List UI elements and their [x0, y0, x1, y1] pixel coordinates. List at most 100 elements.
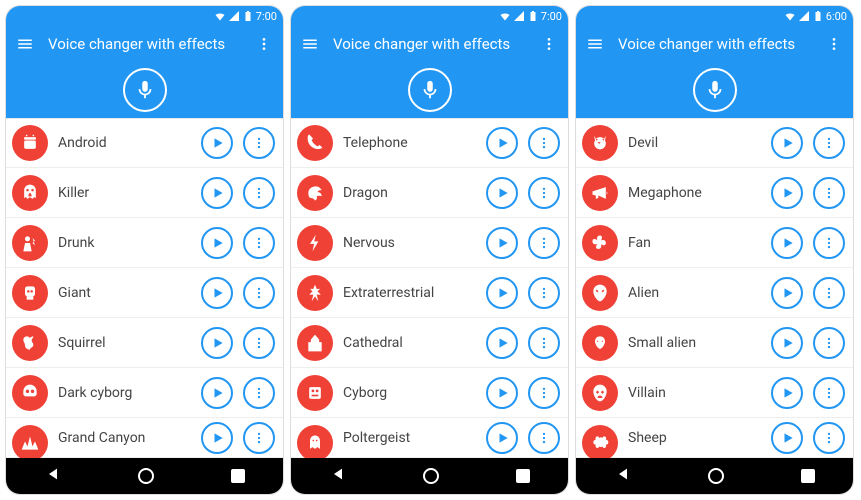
play-button[interactable]	[771, 227, 803, 259]
overflow-button[interactable]	[825, 35, 843, 53]
android-icon	[12, 125, 48, 161]
overflow-button[interactable]	[540, 35, 558, 53]
wifi-icon	[784, 10, 796, 22]
app-title: Voice changer with effects	[618, 35, 811, 53]
list-item[interactable]: Poltergeist	[291, 418, 568, 458]
list-item[interactable]: Fan	[576, 218, 853, 268]
play-button[interactable]	[201, 227, 233, 259]
recents-button[interactable]	[231, 469, 245, 483]
play-button[interactable]	[771, 277, 803, 309]
effect-label: Small alien	[628, 335, 761, 351]
play-button[interactable]	[486, 327, 518, 359]
menu-button[interactable]	[16, 35, 34, 53]
play-button[interactable]	[201, 277, 233, 309]
back-button[interactable]	[330, 466, 346, 486]
list-item[interactable]: Telephone	[291, 118, 568, 168]
list-item[interactable]: Devil	[576, 118, 853, 168]
item-options-button[interactable]	[243, 377, 275, 409]
play-button[interactable]	[201, 127, 233, 159]
recents-button[interactable]	[516, 469, 530, 483]
item-options-button[interactable]	[528, 277, 560, 309]
play-button[interactable]	[486, 127, 518, 159]
play-button[interactable]	[771, 422, 803, 454]
list-item[interactable]: Squirrel	[6, 318, 283, 368]
item-options-button[interactable]	[243, 177, 275, 209]
item-options-button[interactable]	[528, 327, 560, 359]
item-options-button[interactable]	[243, 277, 275, 309]
record-button[interactable]	[693, 68, 737, 112]
play-button[interactable]	[486, 422, 518, 454]
list-item[interactable]: Cyborg	[291, 368, 568, 418]
item-options-button[interactable]	[813, 327, 845, 359]
item-options-button[interactable]	[813, 227, 845, 259]
home-button[interactable]	[423, 468, 439, 484]
item-options-button[interactable]	[813, 422, 845, 454]
play-button[interactable]	[486, 377, 518, 409]
battery-icon	[242, 10, 254, 22]
item-options-button[interactable]	[528, 127, 560, 159]
play-button[interactable]	[771, 127, 803, 159]
menu-button[interactable]	[301, 35, 319, 53]
play-icon	[781, 336, 795, 350]
item-options-button[interactable]	[528, 177, 560, 209]
item-options-button[interactable]	[813, 177, 845, 209]
item-options-button[interactable]	[813, 127, 845, 159]
home-button[interactable]	[138, 468, 154, 484]
dark-cyborg-icon	[12, 375, 48, 411]
signal-icon	[798, 10, 810, 22]
item-options-button[interactable]	[243, 422, 275, 454]
record-button[interactable]	[123, 68, 167, 112]
play-button[interactable]	[486, 227, 518, 259]
list-item[interactable]: Sheep	[576, 418, 853, 458]
item-options-button[interactable]	[528, 227, 560, 259]
item-options-button[interactable]	[243, 327, 275, 359]
list-item[interactable]: Grand Canyon	[6, 418, 283, 458]
effects-list[interactable]: Devil Megaphone Fan Alien Small alien Vi…	[576, 118, 853, 458]
play-button[interactable]	[201, 377, 233, 409]
app-title: Voice changer with effects	[333, 35, 526, 53]
list-item[interactable]: Nervous	[291, 218, 568, 268]
list-item[interactable]: Drunk	[6, 218, 283, 268]
record-button[interactable]	[408, 68, 452, 112]
list-item[interactable]: Small alien	[576, 318, 853, 368]
item-options-button[interactable]	[528, 377, 560, 409]
play-button[interactable]	[486, 177, 518, 209]
play-icon	[211, 386, 225, 400]
list-item[interactable]: Killer	[6, 168, 283, 218]
giant-icon	[12, 275, 48, 311]
menu-button[interactable]	[586, 35, 604, 53]
list-item[interactable]: Villain	[576, 368, 853, 418]
play-button[interactable]	[771, 377, 803, 409]
list-item[interactable]: Giant	[6, 268, 283, 318]
recents-button[interactable]	[801, 469, 815, 483]
list-item[interactable]: Cathedral	[291, 318, 568, 368]
item-options-button[interactable]	[243, 127, 275, 159]
more-icon	[252, 386, 266, 400]
home-button[interactable]	[708, 468, 724, 484]
squirrel-icon	[12, 325, 48, 361]
list-item[interactable]: Megaphone	[576, 168, 853, 218]
villain-icon	[582, 375, 618, 411]
play-button[interactable]	[486, 277, 518, 309]
list-item[interactable]: Alien	[576, 268, 853, 318]
list-item[interactable]: Extraterrestrial	[291, 268, 568, 318]
devil-icon	[582, 125, 618, 161]
play-button[interactable]	[201, 327, 233, 359]
back-button[interactable]	[615, 466, 631, 486]
item-options-button[interactable]	[243, 227, 275, 259]
play-button[interactable]	[771, 177, 803, 209]
effects-list[interactable]: Telephone Dragon Nervous Extraterrestria…	[291, 118, 568, 458]
list-item[interactable]: Android	[6, 118, 283, 168]
overflow-button[interactable]	[255, 35, 273, 53]
effects-list[interactable]: Android Killer Drunk Giant Squirrel Dark…	[6, 118, 283, 458]
back-button[interactable]	[45, 466, 61, 486]
play-button[interactable]	[201, 177, 233, 209]
item-options-button[interactable]	[813, 377, 845, 409]
effect-label: Android	[58, 135, 191, 151]
item-options-button[interactable]	[528, 422, 560, 454]
play-button[interactable]	[771, 327, 803, 359]
play-button[interactable]	[201, 422, 233, 454]
list-item[interactable]: Dragon	[291, 168, 568, 218]
item-options-button[interactable]	[813, 277, 845, 309]
list-item[interactable]: Dark cyborg	[6, 368, 283, 418]
